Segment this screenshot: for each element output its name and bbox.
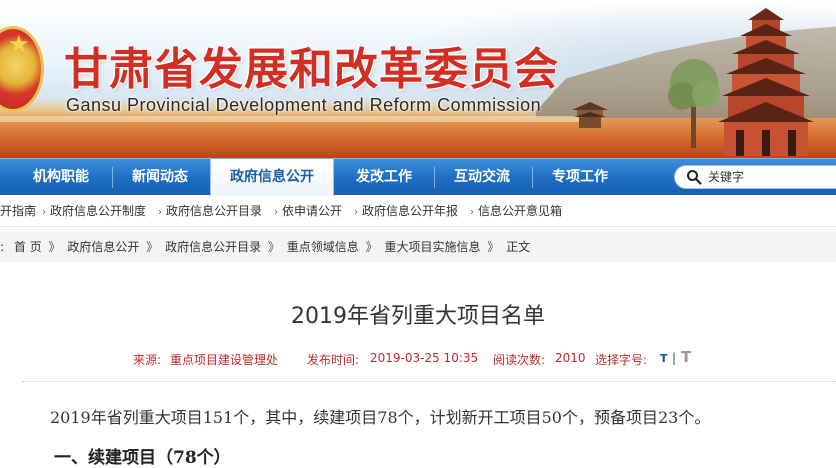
subnav-item-apply[interactable]: › 依申请公开 — [274, 196, 342, 227]
site-subtitle: Gansu Provincial Development and Reform … — [66, 95, 542, 115]
subnav-item-system[interactable]: › 政府信息公开制度 — [42, 196, 146, 227]
breadcrumb: : 首 页 》 政府信息公开 》 政府信息公开目录 》 重点领域信息 》 重大项… — [0, 232, 530, 262]
subnav-item-label: 信息公开意见箱 — [478, 204, 563, 218]
subnav-item-label: 政府信息公开目录 — [166, 204, 263, 218]
font-size-divider: | — [672, 351, 677, 365]
arrow-right-icon: › — [158, 207, 162, 218]
subnav-item-feedback[interactable]: › 信息公开意见箱 — [470, 196, 562, 227]
arrow-right-icon: › — [354, 207, 358, 218]
subnav-item-annual-report[interactable]: › 政府信息公开年报 — [354, 196, 458, 227]
arrow-right-icon: › — [470, 207, 474, 218]
arrow-right-icon: › — [274, 207, 278, 218]
breadcrumb-lead: : — [0, 240, 5, 254]
mogao-pagoda-illustration — [718, 8, 814, 156]
subnav-item-label: 依申请公开 — [282, 204, 343, 218]
nav-divider — [434, 167, 435, 188]
emblem-star-icon: ★ — [8, 30, 30, 58]
font-size-small-button[interactable]: T — [660, 352, 668, 365]
breadcrumb-major-projects[interactable]: 重大项目实施信息 — [384, 240, 480, 254]
font-size-label: 选择字号: — [595, 353, 648, 367]
breadcrumb-current: 正文 — [506, 240, 531, 254]
section-heading: 一、续建项目（78个） — [54, 448, 231, 468]
site-banner: ★ 甘肃省发展和改革委员会 Gansu Provincial Developme… — [0, 0, 836, 158]
breadcrumb-bar: : 首 页 》 政府信息公开 》 政府信息公开目录 》 重点领域信息 》 重大项… — [0, 232, 836, 262]
subnav-item-guide[interactable]: 开指南 — [0, 196, 36, 227]
breadcrumb-key-areas[interactable]: 重点领域信息 — [287, 240, 359, 254]
breadcrumb-catalog[interactable]: 政府信息公开目录 — [165, 240, 261, 254]
nav-item-interaction[interactable]: 互动交流 — [436, 159, 528, 196]
nav-item-gov-info[interactable]: 政府信息公开 — [210, 159, 334, 196]
tree-illustration — [668, 59, 720, 148]
article-divider — [22, 381, 836, 382]
nav-item-news[interactable]: 新闻动态 — [114, 159, 206, 196]
source-value: 重点项目建设管理处 — [170, 353, 279, 367]
nav-divider — [112, 167, 113, 188]
date-value: 2019-03-25 10:35 — [370, 351, 479, 365]
breadcrumb-gov-info[interactable]: 政府信息公开 — [67, 240, 139, 254]
subnav-item-label: 政府信息公开年报 — [362, 204, 459, 218]
article-title: 2019年省列重大项目名单 — [291, 304, 545, 329]
nav-item-special[interactable]: 专项工作 — [534, 159, 626, 196]
subnav-item-catalog[interactable]: › 政府信息公开目录 — [158, 196, 262, 227]
source-label: 来源: — [133, 353, 162, 367]
article-meta: 来源: 重点项目建设管理处 发布时间: 2019-03-25 10:35 阅读次… — [0, 351, 836, 369]
site-title[interactable]: 甘肃省发展和改革委员会 — [64, 33, 559, 97]
breadcrumb-separator: 》 — [146, 240, 159, 254]
breadcrumb-separator: 》 — [267, 240, 280, 254]
breadcrumb-home[interactable]: 首 页 — [14, 240, 42, 254]
subnav-item-label: 政府信息公开制度 — [50, 204, 147, 218]
font-size-large-button[interactable]: T — [681, 348, 691, 366]
nav-item-reform-work[interactable]: 发改工作 — [338, 159, 430, 196]
banner-horizon — [0, 116, 600, 122]
breadcrumb-separator: 》 — [365, 240, 378, 254]
search-input[interactable] — [708, 168, 828, 186]
search-icon[interactable] — [686, 169, 702, 185]
article-paragraph: 2019年省列重大项目151个，其中，续建项目78个，计划新开工项目50个，预备… — [50, 408, 711, 427]
date-label: 发布时间: — [307, 353, 360, 367]
breadcrumb-separator: 》 — [48, 240, 61, 254]
nav-divider — [532, 167, 533, 188]
breadcrumb-separator: 》 — [487, 240, 500, 254]
views-value: 2010 — [555, 351, 586, 365]
subnav-item-label: 开指南 — [0, 204, 37, 218]
nav-item-functions[interactable]: 机构职能 — [14, 159, 108, 196]
views-label: 阅读次数: — [493, 353, 546, 367]
arrow-right-icon: › — [42, 207, 46, 218]
sub-nav: 开指南 › 政府信息公开制度 › 政府信息公开目录 › 依申请公开 › 政府信息公开年报… — [0, 196, 836, 227]
small-pagoda-illustration — [572, 102, 608, 128]
